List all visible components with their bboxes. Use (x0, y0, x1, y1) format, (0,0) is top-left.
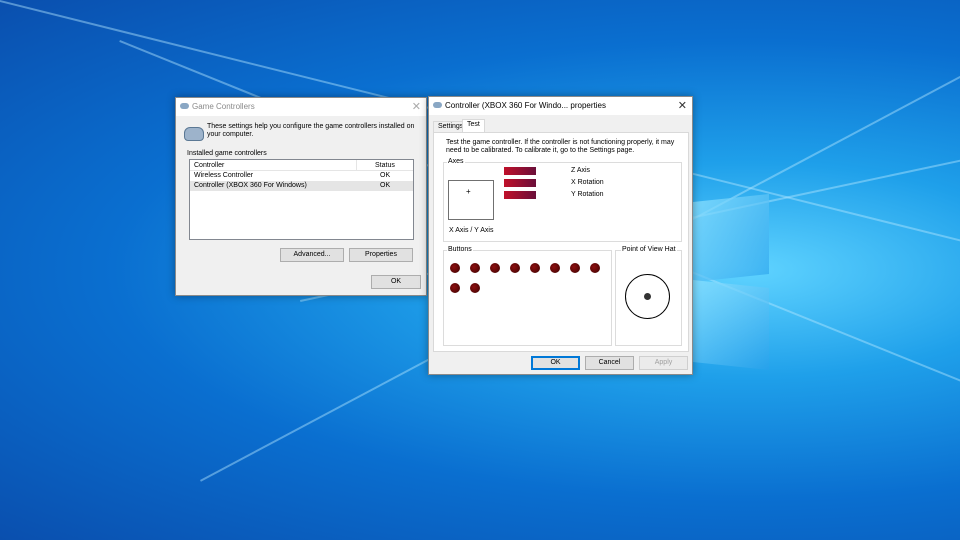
z-axis-label: Z Axis (571, 167, 591, 174)
button-indicator (490, 263, 500, 273)
button-indicator (590, 263, 600, 273)
pov-hat-circle (625, 274, 670, 319)
column-controller[interactable]: Controller (194, 162, 224, 169)
button-indicator (570, 263, 580, 273)
table-row[interactable]: Wireless Controller OK (190, 171, 413, 181)
button-indicator (450, 283, 460, 293)
list-header: Controller Status (190, 160, 413, 171)
controller-properties-window: Controller (XBOX 360 For Windo... proper… (428, 96, 693, 375)
y-rotation-bar (504, 191, 536, 199)
controller-name: Controller (XBOX 360 For Windows) (194, 182, 307, 189)
window-title: Game Controllers (192, 102, 255, 111)
controller-icon (433, 102, 442, 108)
z-axis-bar (504, 167, 536, 175)
axes-label: Axes (447, 158, 465, 165)
controller-status: OK (380, 182, 391, 189)
gamepad-icon (184, 127, 204, 141)
close-icon[interactable]: ✕ (412, 100, 421, 113)
ok-button[interactable]: OK (531, 356, 580, 370)
close-icon[interactable]: ✕ (678, 99, 687, 112)
controller-icon (180, 103, 189, 109)
controller-status: OK (380, 172, 391, 179)
button-indicator (470, 283, 480, 293)
controller-list[interactable]: Controller Status Wireless Controller OK… (189, 159, 414, 240)
pov-hat-label: Point of View Hat (621, 246, 677, 253)
x-rotation-label: X Rotation (571, 179, 604, 186)
advanced-button[interactable]: Advanced... (280, 248, 344, 262)
properties-titlebar: Controller (XBOX 360 For Windo... proper… (429, 97, 692, 115)
button-indicator (450, 263, 460, 273)
buttons-group (443, 250, 612, 346)
game-controllers-titlebar: Game Controllers ✕ (176, 98, 426, 116)
description-text: These settings help you configure the ga… (207, 123, 415, 138)
button-indicator (470, 263, 480, 273)
column-status[interactable]: Status (375, 162, 395, 169)
xy-axis-label: X Axis / Y Axis (449, 227, 494, 234)
button-indicator (510, 263, 520, 273)
properties-button[interactable]: Properties (349, 248, 413, 262)
test-panel: Test the game controller. If the control… (433, 132, 689, 352)
installed-controllers-label: Installed game controllers (187, 150, 267, 157)
table-row[interactable]: Controller (XBOX 360 For Windows) OK (190, 181, 413, 191)
apply-button[interactable]: Apply (639, 356, 688, 370)
ok-button[interactable]: OK (371, 275, 421, 289)
button-indicator (550, 263, 560, 273)
instructions-text: Test the game controller. If the control… (446, 139, 675, 154)
button-indicator (530, 263, 540, 273)
window-title: Controller (XBOX 360 For Windo... proper… (445, 101, 606, 110)
x-rotation-bar (504, 179, 536, 187)
buttons-label: Buttons (447, 246, 473, 253)
y-rotation-label: Y Rotation (571, 191, 604, 198)
windows-logo (693, 190, 773, 370)
pov-hat-center (644, 293, 651, 300)
crosshair: + (466, 187, 471, 196)
game-controllers-window: Game Controllers ✕ These settings help y… (175, 97, 427, 296)
xy-axis-box: + (448, 180, 494, 220)
cancel-button[interactable]: Cancel (585, 356, 634, 370)
controller-name: Wireless Controller (194, 172, 254, 179)
tab-test[interactable]: Test (462, 119, 485, 132)
